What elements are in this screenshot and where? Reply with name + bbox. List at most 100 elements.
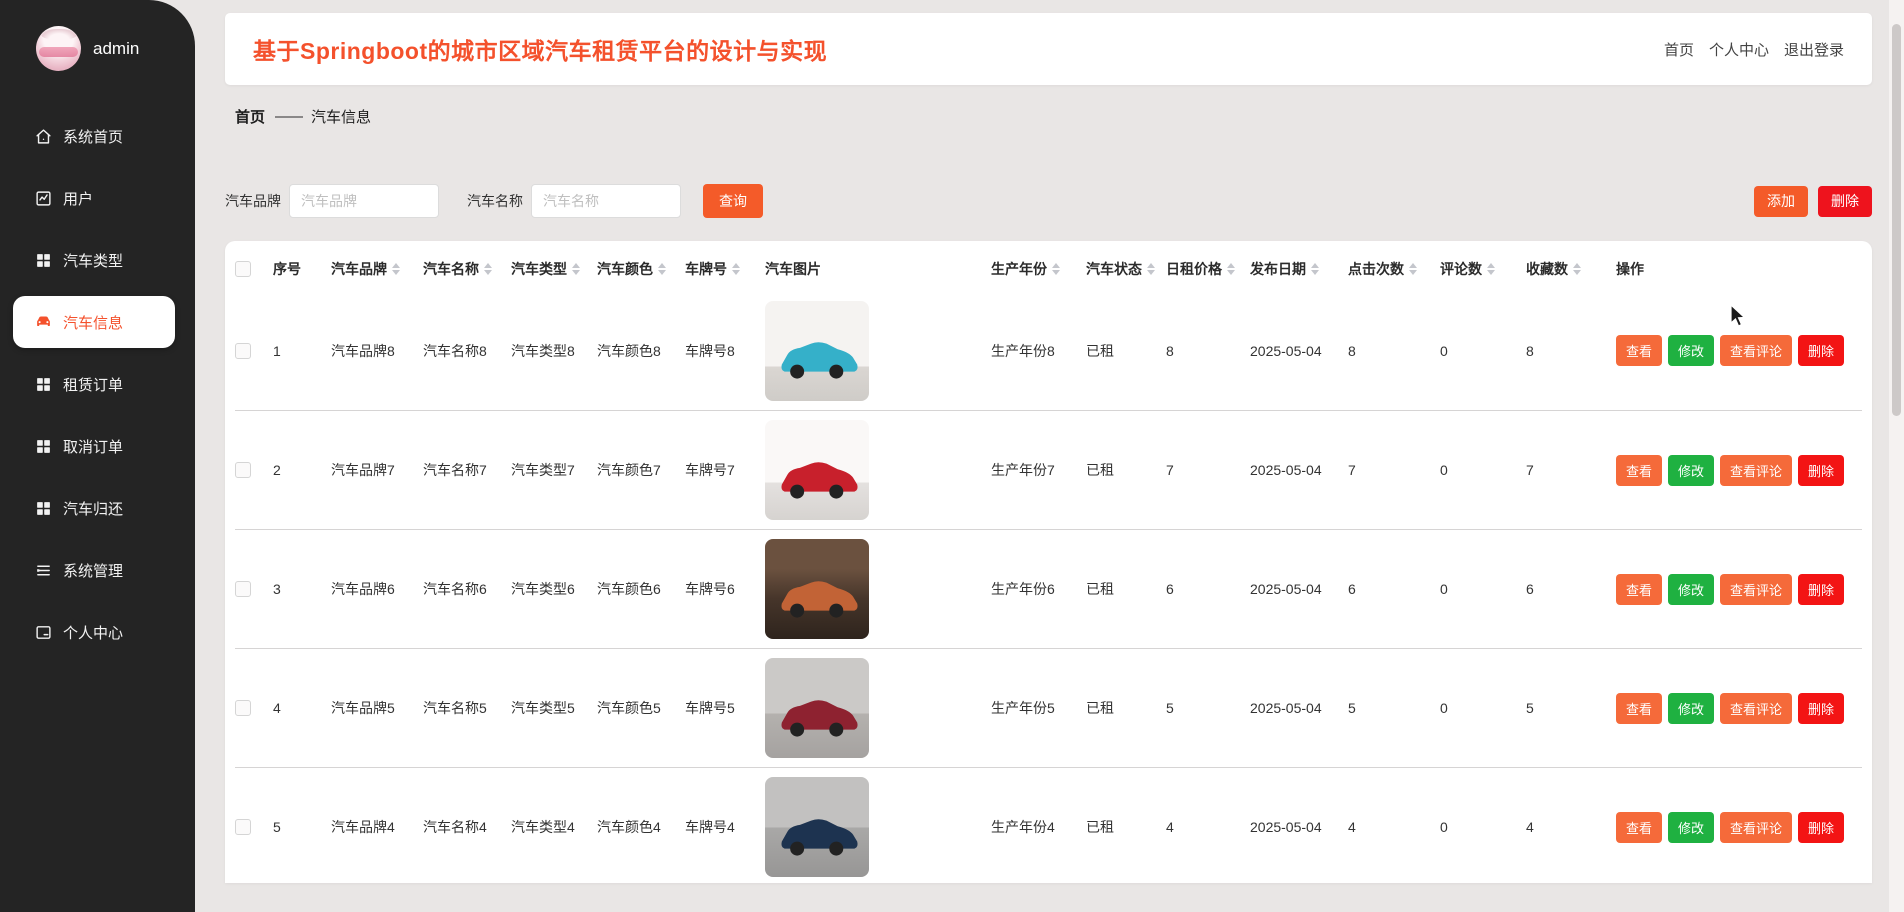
row-view-button[interactable]: 查看 bbox=[1616, 335, 1662, 366]
avatar[interactable] bbox=[36, 26, 81, 71]
sort-caret-icon[interactable] bbox=[1147, 263, 1155, 275]
row-edit-button[interactable]: 修改 bbox=[1668, 693, 1714, 724]
row-delete-button[interactable]: 删除 bbox=[1798, 693, 1844, 724]
column-header-name[interactable]: 汽车名称 bbox=[423, 259, 511, 279]
row-edit-button[interactable]: 修改 bbox=[1668, 455, 1714, 486]
name-filter-input[interactable] bbox=[531, 184, 681, 218]
row-checkbox[interactable] bbox=[235, 700, 251, 716]
sidebar-item[interactable]: 个人中心 bbox=[0, 601, 195, 663]
card-icon bbox=[35, 624, 52, 641]
row-comments-button[interactable]: 查看评论 bbox=[1720, 574, 1792, 605]
sidebar-item[interactable]: 汽车归还 bbox=[0, 477, 195, 539]
sort-caret-icon[interactable] bbox=[1052, 263, 1060, 275]
breadcrumb-home[interactable]: 首页 bbox=[235, 106, 265, 127]
sort-caret-icon[interactable] bbox=[572, 263, 580, 275]
column-header-index: 序号 bbox=[273, 259, 331, 279]
row-delete-button[interactable]: 删除 bbox=[1798, 574, 1844, 605]
row-comments-button[interactable]: 查看评论 bbox=[1720, 693, 1792, 724]
nav-home-link[interactable]: 首页 bbox=[1664, 39, 1694, 60]
sidebar-item[interactable]: 取消订单 bbox=[0, 415, 195, 477]
car-silhouette-icon bbox=[772, 805, 861, 867]
sort-caret-icon[interactable] bbox=[1227, 263, 1235, 275]
sidebar: admin 系统首页用户汽车类型汽车信息租赁订单取消订单汽车归还系统管理个人中心 bbox=[0, 0, 195, 912]
column-header-plate[interactable]: 车牌号 bbox=[685, 259, 765, 279]
row-checkbox[interactable] bbox=[235, 581, 251, 597]
row-delete-button[interactable]: 删除 bbox=[1798, 455, 1844, 486]
sort-caret-icon[interactable] bbox=[392, 263, 400, 275]
column-header-color[interactable]: 汽车颜色 bbox=[597, 259, 685, 279]
sidebar-item[interactable]: 系统首页 bbox=[0, 105, 195, 167]
add-button[interactable]: 添加 bbox=[1754, 186, 1808, 217]
row-edit-button[interactable]: 修改 bbox=[1668, 812, 1714, 843]
car-image[interactable] bbox=[765, 301, 869, 401]
breadcrumb-current: 汽车信息 bbox=[311, 106, 371, 127]
car-image[interactable] bbox=[765, 658, 869, 758]
column-header-type[interactable]: 汽车类型 bbox=[511, 259, 597, 279]
sidebar-item[interactable]: 汽车信息 bbox=[13, 296, 175, 348]
car-image[interactable] bbox=[765, 420, 869, 520]
brand-filter-input[interactable] bbox=[289, 184, 439, 218]
column-header-clicks[interactable]: 点击次数 bbox=[1348, 259, 1440, 279]
row-edit-button[interactable]: 修改 bbox=[1668, 574, 1714, 605]
sidebar-item[interactable]: 用户 bbox=[0, 167, 195, 229]
row-edit-button[interactable]: 修改 bbox=[1668, 335, 1714, 366]
column-header-year[interactable]: 生产年份 bbox=[991, 259, 1086, 279]
nav-logout-link[interactable]: 退出登录 bbox=[1784, 39, 1844, 60]
column-header-actions: 操作 bbox=[1616, 259, 1862, 279]
brand-filter-label: 汽车品牌 bbox=[225, 191, 281, 211]
sidebar-menu: 系统首页用户汽车类型汽车信息租赁订单取消订单汽车归还系统管理个人中心 bbox=[0, 105, 195, 663]
table-header-row: 序号汽车品牌汽车名称汽车类型汽车颜色车牌号汽车图片生产年份汽车状态日租价格发布日… bbox=[235, 247, 1862, 291]
row-comments-button[interactable]: 查看评论 bbox=[1720, 455, 1792, 486]
breadcrumb-separator: —— bbox=[275, 108, 301, 125]
sort-caret-icon[interactable] bbox=[658, 263, 666, 275]
row-view-button[interactable]: 查看 bbox=[1616, 693, 1662, 724]
username: admin bbox=[93, 39, 139, 59]
column-header-status[interactable]: 汽车状态 bbox=[1086, 259, 1166, 279]
column-header-price[interactable]: 日租价格 bbox=[1166, 259, 1250, 279]
sidebar-item[interactable]: 汽车类型 bbox=[0, 229, 195, 291]
row-actions: 查看修改查看评论删除 bbox=[1616, 693, 1862, 724]
table-row: 5 汽车品牌4 汽车名称4 汽车类型4 汽车颜色4 车牌号4 生产年份4 已租 … bbox=[235, 767, 1862, 883]
row-view-button[interactable]: 查看 bbox=[1616, 455, 1662, 486]
main-content: 基于Springboot的城市区域汽车租赁平台的设计与实现 首页 个人中心 退出… bbox=[195, 0, 1904, 912]
row-view-button[interactable]: 查看 bbox=[1616, 812, 1662, 843]
row-checkbox[interactable] bbox=[235, 343, 251, 359]
chart-icon bbox=[35, 190, 52, 207]
nav-profile-link[interactable]: 个人中心 bbox=[1709, 39, 1769, 60]
sidebar-item[interactable]: 系统管理 bbox=[0, 539, 195, 601]
sort-caret-icon[interactable] bbox=[1573, 263, 1581, 275]
grid-icon bbox=[35, 438, 52, 455]
select-all-cell bbox=[235, 261, 273, 277]
row-actions: 查看修改查看评论删除 bbox=[1616, 455, 1862, 486]
column-header-date[interactable]: 发布日期 bbox=[1250, 259, 1348, 279]
top-nav: 首页 个人中心 退出登录 bbox=[1664, 39, 1844, 60]
row-delete-button[interactable]: 删除 bbox=[1798, 335, 1844, 366]
row-comments-button[interactable]: 查看评论 bbox=[1720, 812, 1792, 843]
vertical-scrollbar[interactable] bbox=[1889, 0, 1904, 912]
breadcrumb: 首页 —— 汽车信息 bbox=[235, 106, 1872, 127]
row-checkbox[interactable] bbox=[235, 462, 251, 478]
table-body: 1 汽车品牌8 汽车名称8 汽车类型8 汽车颜色8 车牌号8 生产年份8 已租 … bbox=[235, 291, 1862, 883]
header-bar: 基于Springboot的城市区域汽车租赁平台的设计与实现 首页 个人中心 退出… bbox=[225, 13, 1872, 85]
column-header-favorites[interactable]: 收藏数 bbox=[1526, 259, 1616, 279]
column-header-comments[interactable]: 评论数 bbox=[1440, 259, 1526, 279]
sidebar-item[interactable]: 租赁订单 bbox=[0, 353, 195, 415]
scrollbar-thumb[interactable] bbox=[1892, 24, 1901, 416]
column-header-image: 汽车图片 bbox=[765, 259, 991, 279]
car-image[interactable] bbox=[765, 777, 869, 877]
bulk-delete-button[interactable]: 删除 bbox=[1818, 186, 1872, 217]
sort-caret-icon[interactable] bbox=[1311, 263, 1319, 275]
sort-caret-icon[interactable] bbox=[484, 263, 492, 275]
sort-caret-icon[interactable] bbox=[732, 263, 740, 275]
row-comments-button[interactable]: 查看评论 bbox=[1720, 335, 1792, 366]
column-header-brand[interactable]: 汽车品牌 bbox=[331, 259, 423, 279]
name-filter-label: 汽车名称 bbox=[467, 191, 523, 211]
row-delete-button[interactable]: 删除 bbox=[1798, 812, 1844, 843]
sort-caret-icon[interactable] bbox=[1487, 263, 1495, 275]
select-all-checkbox[interactable] bbox=[235, 261, 251, 277]
search-button[interactable]: 查询 bbox=[703, 184, 763, 218]
row-checkbox[interactable] bbox=[235, 819, 251, 835]
sort-caret-icon[interactable] bbox=[1409, 263, 1417, 275]
row-view-button[interactable]: 查看 bbox=[1616, 574, 1662, 605]
car-image[interactable] bbox=[765, 539, 869, 639]
